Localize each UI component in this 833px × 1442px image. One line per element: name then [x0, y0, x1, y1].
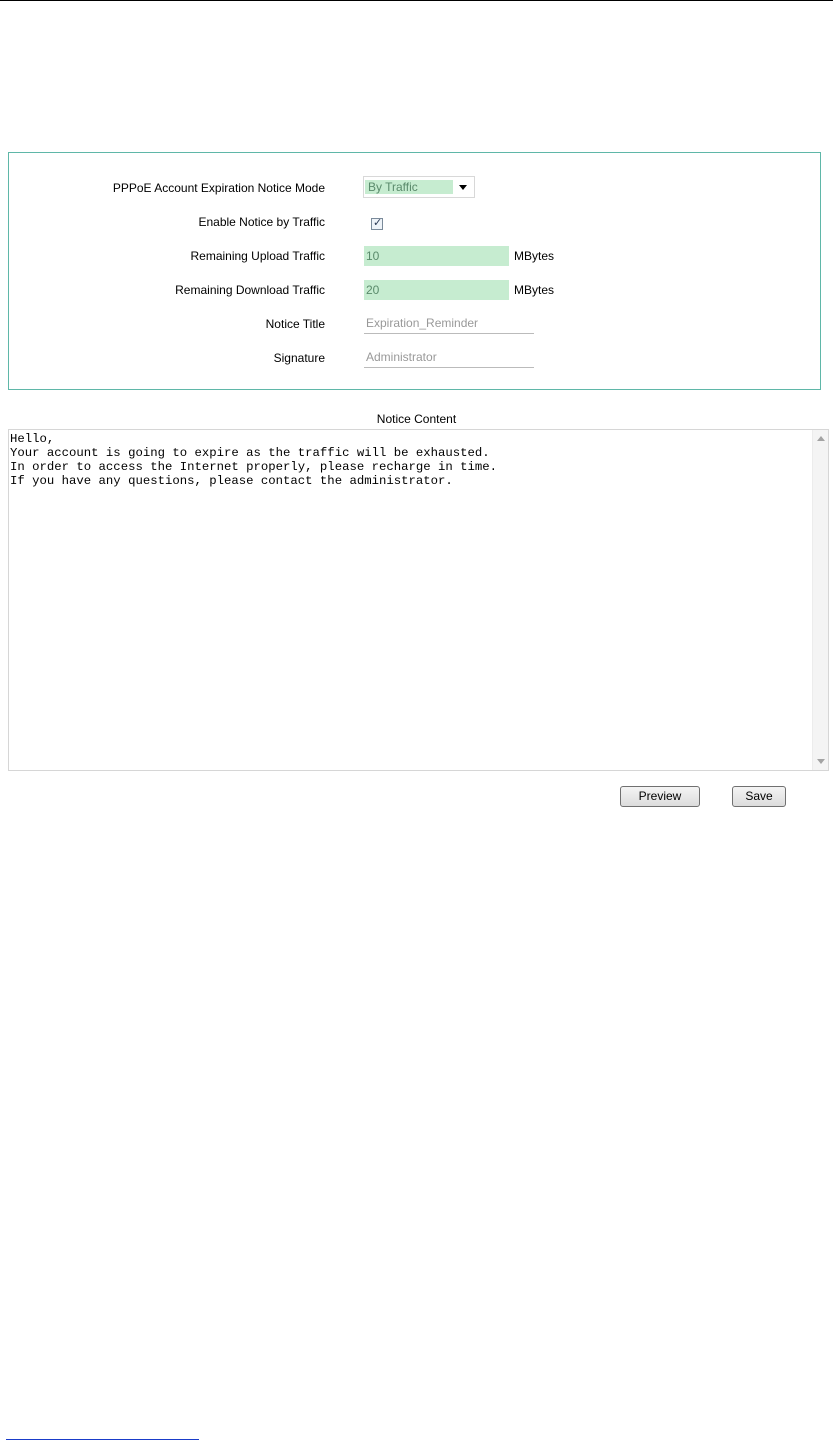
scroll-down-arrow-icon[interactable] — [817, 759, 825, 764]
notice-settings-panel: PPPoE Account Expiration Notice Mode By … — [8, 152, 821, 390]
download-traffic-label: Remaining Download Traffic — [175, 283, 325, 297]
save-button[interactable]: Save — [732, 786, 786, 807]
enable-notice-checkbox[interactable]: ✓ — [371, 217, 383, 230]
textarea-scrollbar[interactable] — [812, 430, 828, 770]
top-divider — [0, 0, 833, 1]
notice-content-heading: Notice Content — [376, 412, 457, 426]
upload-unit: MBytes — [514, 249, 555, 263]
signature-label: Signature — [273, 351, 325, 365]
notice-title-label: Notice Title — [265, 317, 325, 331]
chevron-down-icon — [459, 185, 467, 190]
upload-traffic-label: Remaining Upload Traffic — [190, 249, 325, 263]
checkmark-icon: ✓ — [373, 217, 383, 229]
notice-content-text: Hello, Your account is going to expire a… — [10, 432, 498, 488]
signature-input[interactable]: Administrator — [364, 348, 534, 368]
enable-notice-label: Enable Notice by Traffic — [198, 215, 325, 229]
mode-label: PPPoE Account Expiration Notice Mode — [112, 181, 325, 195]
download-unit: MBytes — [514, 283, 555, 297]
footer-link-underline — [6, 1439, 199, 1440]
notice-mode-value: By Traffic — [365, 180, 453, 194]
notice-title-input[interactable]: Expiration_Reminder — [364, 314, 534, 334]
download-traffic-input[interactable]: 20 — [364, 280, 509, 300]
upload-traffic-input[interactable]: 10 — [364, 246, 509, 266]
notice-mode-select[interactable]: By Traffic — [363, 176, 475, 198]
preview-button[interactable]: Preview — [620, 786, 700, 807]
scroll-up-arrow-icon[interactable] — [817, 436, 825, 441]
notice-content-textarea[interactable]: Hello, Your account is going to expire a… — [8, 429, 829, 771]
